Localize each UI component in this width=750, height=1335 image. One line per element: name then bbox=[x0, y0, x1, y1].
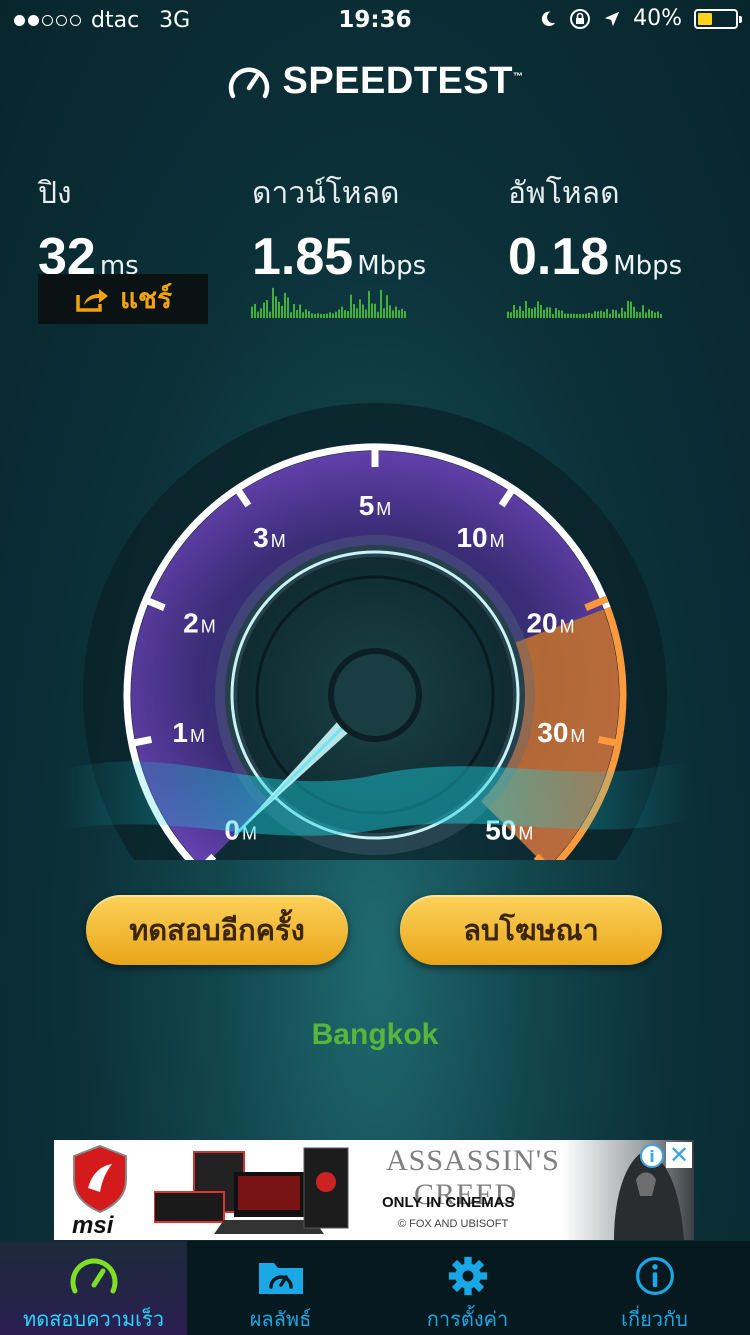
gaming-hardware-image bbox=[154, 1147, 349, 1234]
moon-icon bbox=[541, 11, 556, 26]
speedometer-icon bbox=[70, 1258, 117, 1294]
tab-settings-label: การตั้งค่า bbox=[426, 1307, 509, 1331]
share-arrow-icon bbox=[76, 289, 108, 312]
results-folder-icon bbox=[258, 1263, 303, 1294]
tab-speed-test[interactable]: ทดสอบความเร็ว bbox=[0, 1241, 187, 1335]
status-right: 40% bbox=[539, 6, 742, 31]
upload-stat: อัพโหลด 0.18 Mbps bbox=[508, 170, 682, 287]
retest-label: ทดสอบอีกครั้ง bbox=[129, 913, 305, 947]
share-label: แชร์ bbox=[119, 282, 173, 315]
download-stat: ดาวน์โหลด 1.85 Mbps bbox=[252, 170, 426, 287]
download-sparkline bbox=[251, 287, 406, 318]
tab-results-label: ผลลัพธ์ bbox=[249, 1307, 312, 1331]
speedometer-logo-icon bbox=[228, 67, 269, 98]
download-label: ดาวน์โหลด bbox=[252, 176, 400, 211]
msi-shield-icon bbox=[73, 1144, 127, 1214]
upload-sparkline bbox=[507, 300, 662, 318]
location-arrow-icon bbox=[604, 11, 620, 26]
battery-percent: 40% bbox=[633, 6, 682, 31]
share-button[interactable]: แชร์ bbox=[38, 274, 208, 324]
tab-about-label: เกี่ยวกับ bbox=[621, 1307, 688, 1331]
status-bar: dtac 3G 19:36 40% bbox=[0, 0, 750, 40]
ad-msi-panel[interactable]: msi bbox=[54, 1140, 364, 1240]
ad-info-icon[interactable]: i bbox=[640, 1144, 664, 1168]
speedtest-logo: SPEEDTEST™ bbox=[0, 60, 750, 103]
msi-brand: msi bbox=[72, 1212, 114, 1239]
tab-settings[interactable]: การตั้งค่า bbox=[374, 1241, 561, 1335]
ping-stat: ปิง 32 ms bbox=[38, 170, 139, 287]
tab-speed-test-label: ทดสอบความเร็ว bbox=[23, 1307, 164, 1331]
tab-results[interactable]: ผลลัพธ์ bbox=[187, 1241, 374, 1335]
gauge-hub bbox=[328, 648, 422, 742]
server-location: Bangkok bbox=[311, 1018, 439, 1051]
info-icon bbox=[635, 1257, 674, 1295]
creed-tagline: ONLY IN CINEMAS bbox=[382, 1194, 515, 1211]
ad-close-icon[interactable]: ✕ bbox=[666, 1141, 692, 1169]
ad-banner[interactable]: msi ASSASSIN'S CREED ONLY IN CINEMAS © FO… bbox=[54, 1140, 694, 1240]
creed-credit: © FOX AND UBISOFT bbox=[398, 1218, 509, 1230]
battery-icon bbox=[694, 8, 742, 29]
gauge-tick bbox=[597, 736, 622, 748]
tab-about[interactable]: เกี่ยวกับ bbox=[561, 1241, 748, 1335]
ping-label: ปิง bbox=[38, 176, 72, 211]
upload-label: อัพโหลด bbox=[508, 176, 620, 211]
rotation-lock-icon bbox=[570, 8, 591, 29]
gear-icon bbox=[448, 1256, 487, 1296]
app-title: SPEEDTEST™ bbox=[282, 60, 524, 102]
gauge-tick bbox=[128, 736, 153, 748]
speed-gauge: 0M1M2M3M5M10M20M30M50M bbox=[60, 403, 690, 860]
remove-ads-button[interactable]: ลบโฆษณา bbox=[400, 895, 662, 965]
retest-button[interactable]: ทดสอบอีกครั้ง bbox=[86, 895, 348, 965]
remove-ads-label: ลบโฆษณา bbox=[463, 913, 599, 947]
tab-bar: ทดสอบความเร็ว ผลลัพธ์ การตั้งค่า เกี่ยวก… bbox=[0, 1240, 750, 1335]
